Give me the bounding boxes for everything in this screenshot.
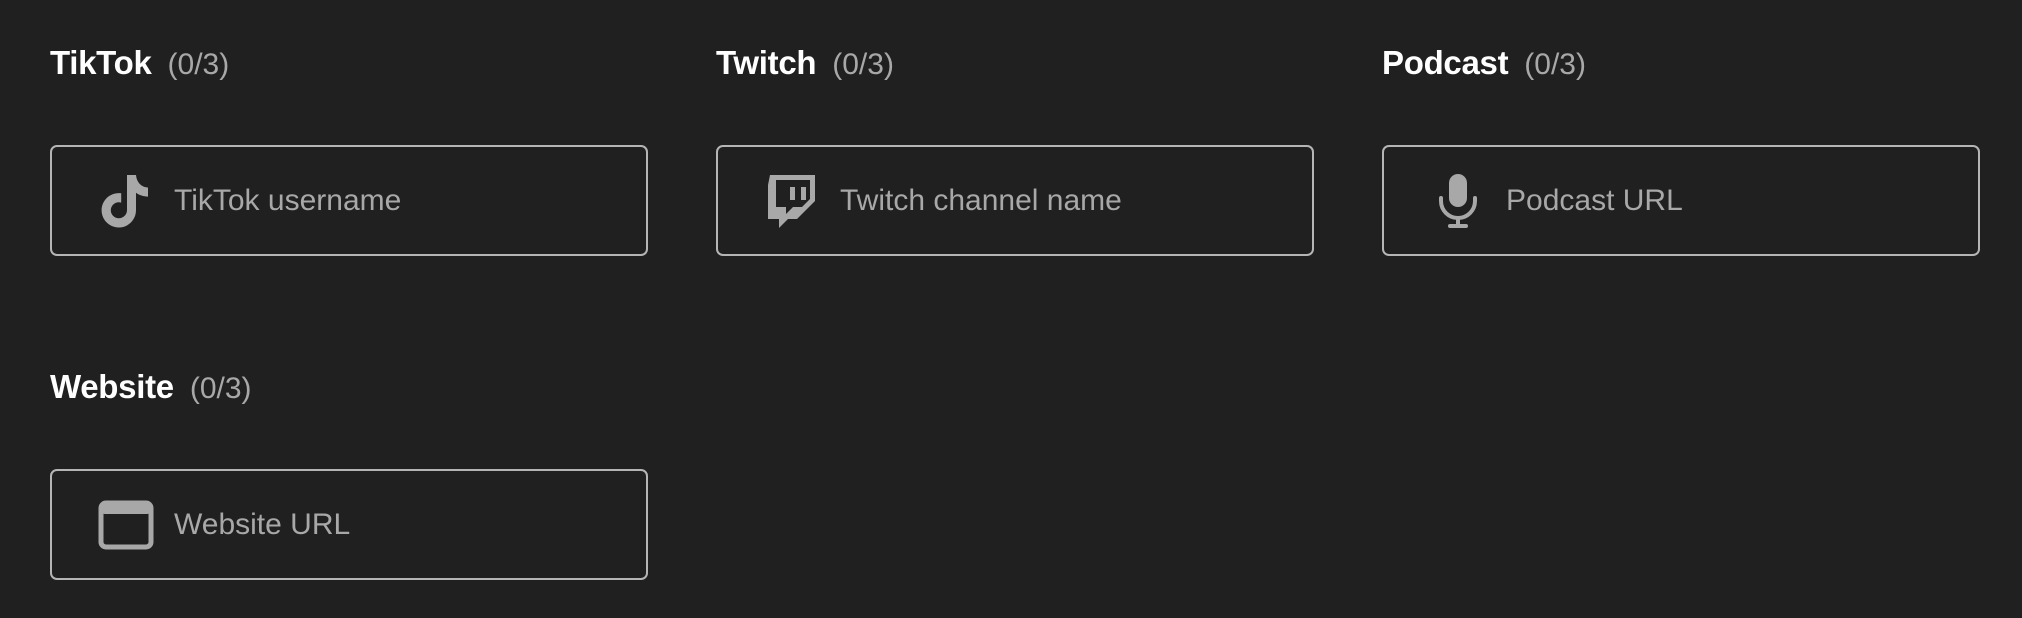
twitch-icon: [764, 173, 820, 229]
podcast-header: Podcast (0/3): [1382, 44, 1586, 94]
section-title: Twitch: [716, 44, 817, 81]
website-url-field[interactable]: [50, 469, 648, 580]
podcast-url-input[interactable]: [1506, 183, 1946, 218]
section-count: (0/3): [1524, 48, 1586, 81]
section-count: (0/3): [167, 48, 230, 81]
twitch-channel-field[interactable]: [716, 145, 1314, 256]
tiktok-icon: [98, 173, 154, 229]
section-count: (0/3): [832, 48, 894, 81]
website-header: Website (0/3): [50, 368, 252, 418]
browser-window-icon: [98, 497, 154, 553]
tiktok-username-field[interactable]: [50, 145, 648, 256]
podcast-url-field[interactable]: [1382, 145, 1980, 256]
section-title: TikTok: [50, 44, 152, 81]
twitch-header: Twitch (0/3): [716, 44, 894, 94]
twitch-channel-input[interactable]: [840, 183, 1280, 218]
section-title: Website: [50, 368, 174, 405]
tiktok-username-input[interactable]: [174, 183, 614, 218]
section-count: (0/3): [189, 372, 252, 405]
section-title: Podcast: [1382, 44, 1509, 81]
tiktok-header: TikTok (0/3): [50, 44, 229, 94]
website-url-input[interactable]: [174, 507, 614, 542]
microphone-icon: [1430, 173, 1486, 229]
